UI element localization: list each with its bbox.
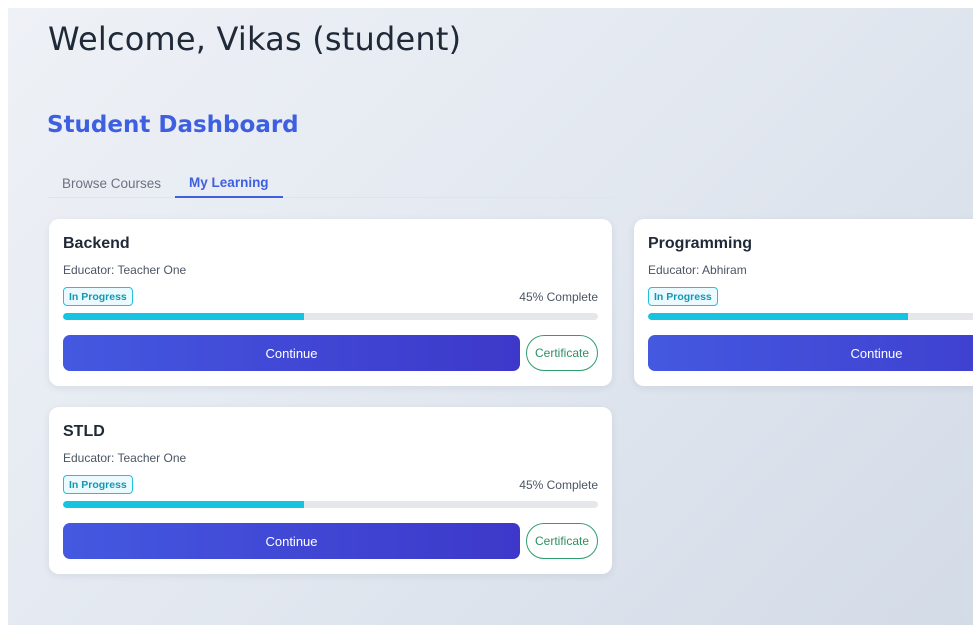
course-card-backend: Backend Educator: Teacher One In Progres… [49,219,612,386]
continue-button[interactable]: Continue [63,335,520,371]
progress-fill [63,313,304,320]
tab-my-learning[interactable]: My Learning [175,168,283,198]
progress-bar [63,501,598,508]
continue-button[interactable]: Continue [63,523,520,559]
app-canvas: Welcome, Vikas (student) Student Dashboa… [8,8,973,625]
status-badge: In Progress [648,287,718,306]
progress-percent: 45% Complete [519,290,598,304]
dashboard-tabs: Browse Courses My Learning [48,168,613,198]
certificate-button[interactable]: Certificate [526,523,598,559]
progress-percent: 45% Complete [519,478,598,492]
page-title: Student Dashboard [47,112,299,138]
course-title: Programming [648,235,753,252]
status-badge: In Progress [63,475,133,494]
course-educator: Educator: Abhiram [648,263,747,277]
progress-bar [63,313,598,320]
status-badge: In Progress [63,287,133,306]
welcome-heading: Welcome, Vikas (student) [48,20,462,58]
progress-fill [63,501,304,508]
progress-fill [648,313,908,320]
course-educator: Educator: Teacher One [63,451,187,465]
course-card-stld: STLD Educator: Teacher One In Progress 4… [49,407,612,574]
course-title: Backend [63,235,130,252]
course-title: STLD [63,423,105,440]
continue-button[interactable]: Continue [648,335,973,371]
progress-bar [648,313,973,320]
certificate-button[interactable]: Certificate [526,335,598,371]
tab-browse-courses[interactable]: Browse Courses [48,168,175,198]
course-card-programming: Programming Educator: Abhiram In Progres… [634,219,973,386]
course-educator: Educator: Teacher One [63,263,187,277]
